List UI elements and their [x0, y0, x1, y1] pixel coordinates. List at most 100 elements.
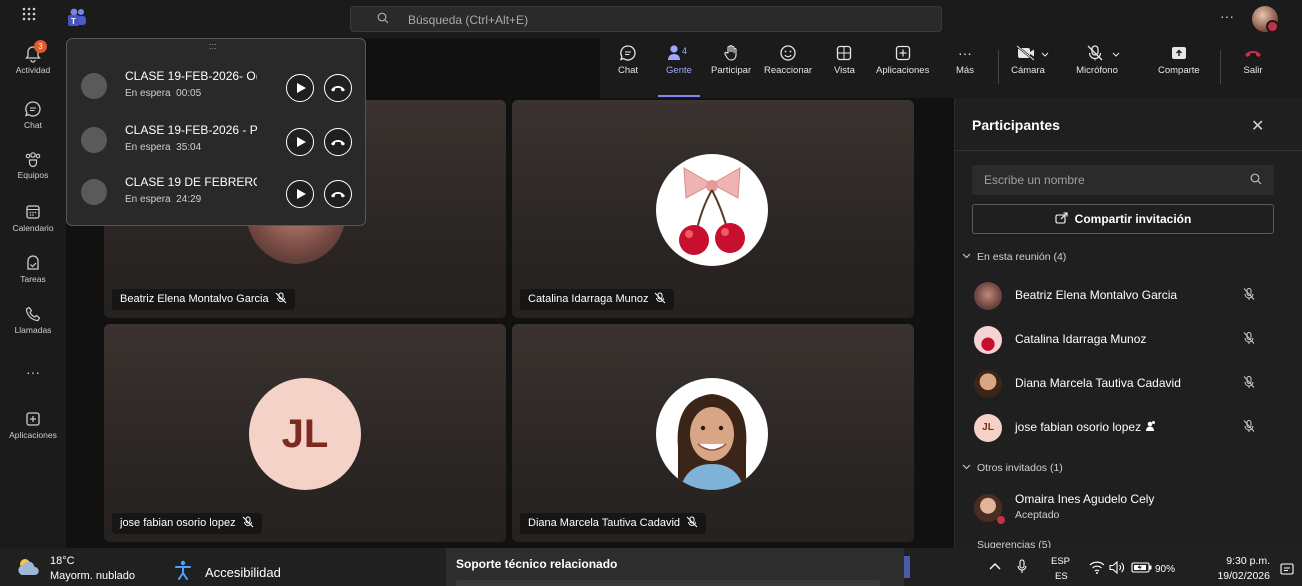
video-tile-catalina[interactable]: Catalina Idarraga Munoz — [512, 100, 914, 318]
weather-temperature: 18°C — [50, 555, 75, 567]
apps-button[interactable]: Aplicaciones — [876, 44, 929, 76]
calls-on-hold-popup: ::: CLASE 19-FEB-2026- O( En espera 00:0… — [66, 38, 366, 226]
weather-cloudy-icon[interactable] — [14, 556, 42, 578]
participant-name: jose fabian osorio lopez — [1015, 420, 1156, 434]
camera-button[interactable]: Cámara — [1011, 44, 1050, 76]
volume-icon[interactable] — [1109, 561, 1125, 574]
end-call-button[interactable] — [324, 74, 352, 102]
participant-search-input[interactable]: Escribe un nombre — [972, 165, 1274, 195]
meeting-toolbar: Chat 4 Gente Participar Reaccionar Vista… — [600, 38, 1302, 98]
rail-label: Aplicaciones — [9, 430, 57, 440]
people-active-indicator — [658, 95, 700, 97]
people-count: 4 — [682, 46, 687, 56]
hang-up-icon — [1245, 51, 1261, 57]
rail-item-calls[interactable]: Llamadas — [0, 305, 66, 335]
react-button[interactable]: Reaccionar — [764, 44, 812, 76]
camera-label: Cámara — [1011, 65, 1045, 76]
rail-item-chat[interactable]: Chat — [0, 100, 66, 130]
phone-icon — [25, 306, 41, 322]
section-in-meeting[interactable]: En esta reunión (4) — [962, 251, 1066, 263]
avatar — [974, 282, 1002, 310]
chevron-up-icon[interactable] — [989, 562, 1001, 572]
support-title[interactable]: Soporte técnico relacionado — [456, 557, 617, 571]
battery-percent: 90% — [1155, 564, 1176, 575]
rail-item-more[interactable]: ··· — [0, 364, 66, 380]
group-call-icon — [81, 179, 107, 205]
status-busy-icon — [1266, 20, 1279, 33]
rail-label: Actividad — [15, 65, 51, 75]
group-call-icon — [81, 73, 107, 99]
participant-initials-avatar: JL — [249, 378, 361, 490]
participant-name: Beatriz Elena Montalvo Garcia — [120, 293, 269, 305]
rail-item-activity[interactable]: 3 Actividad — [0, 40, 66, 75]
resume-call-button[interactable] — [286, 74, 314, 102]
mic-off-icon[interactable] — [1242, 287, 1256, 301]
rail-item-calendar[interactable]: Calendario — [0, 203, 66, 233]
notifications-icon[interactable] — [1280, 562, 1294, 576]
accessibility-label[interactable]: Accesibilidad — [205, 565, 281, 580]
mic-button[interactable]: Micrófono — [1076, 44, 1122, 76]
share-button[interactable]: Comparte — [1158, 44, 1200, 76]
keyboard-layout[interactable]: ES — [1055, 571, 1068, 582]
rail-item-teams[interactable]: Equipos — [0, 150, 66, 180]
participant-row[interactable]: Catalina Idarraga Munoz — [972, 323, 1272, 355]
rail-item-tasks[interactable]: Tareas — [0, 254, 66, 284]
section-other-invitees[interactable]: Otros invitados (1) — [962, 462, 1063, 474]
initials-avatar: JL — [974, 414, 1002, 442]
view-button[interactable]: Vista — [834, 44, 855, 76]
invitee-row[interactable]: Omaira Ines Agudelo Cely Aceptado — [972, 490, 1272, 526]
share-label: Comparte — [1158, 65, 1200, 76]
resume-call-button[interactable] — [286, 128, 314, 156]
held-call-status: En espera 35:04 — [125, 142, 202, 153]
more-button[interactable]: ··· Más — [956, 44, 974, 76]
section-suggestions[interactable]: Sugerencias (5) — [962, 539, 1051, 548]
teams-icon — [25, 152, 41, 168]
video-tile-diana[interactable]: Diana Marcela Tautiva Cadavid — [512, 324, 914, 542]
video-tile-jose[interactable]: JL jose fabian osorio lopez — [104, 324, 506, 542]
participant-row[interactable]: Beatriz Elena Montalvo Garcia — [972, 279, 1272, 311]
participant-nameplate: Diana Marcela Tautiva Cadavid — [520, 513, 707, 534]
chat-button[interactable]: Chat — [618, 44, 638, 76]
raise-label: Participar — [711, 65, 752, 76]
clock-time[interactable]: 9:30 p.m. — [1196, 555, 1270, 567]
mic-off-icon — [655, 292, 666, 304]
battery-charging-icon[interactable] — [1131, 561, 1153, 574]
mic-off-icon[interactable] — [1242, 331, 1256, 345]
participant-name: Diana Marcela Tautiva Cadavid — [528, 517, 681, 529]
avatar — [974, 326, 1002, 354]
close-icon[interactable]: ✕ — [1251, 116, 1264, 136]
end-call-button[interactable] — [324, 128, 352, 156]
calendar-icon — [26, 205, 40, 219]
participant-row[interactable]: JL jose fabian osorio lopez — [972, 411, 1272, 443]
svg-text:T: T — [71, 17, 76, 26]
raise-hand-button[interactable]: Participar — [711, 44, 751, 76]
mic-off-icon[interactable] — [1242, 419, 1256, 433]
accessibility-icon[interactable] — [174, 560, 192, 580]
wifi-icon[interactable] — [1089, 561, 1105, 574]
participant-row[interactable]: Diana Marcela Tautiva Cadavid — [972, 367, 1272, 399]
microphone-icon[interactable] — [1016, 559, 1028, 575]
leave-button[interactable]: Salir — [1243, 44, 1263, 76]
people-button[interactable]: 4 Gente — [666, 44, 692, 76]
profile-avatar[interactable] — [1252, 6, 1279, 33]
panel-divider — [954, 150, 1302, 151]
resume-call-button[interactable] — [286, 180, 314, 208]
mic-off-icon[interactable] — [1242, 375, 1256, 389]
taskbar-app-indicator[interactable] — [904, 556, 910, 578]
rail-item-apps[interactable]: Aplicaciones — [0, 410, 66, 440]
end-call-button[interactable] — [324, 180, 352, 208]
search-bar[interactable]: Búsqueda (Ctrl+Alt+E) — [350, 6, 942, 32]
play-icon — [297, 83, 306, 93]
rail-label: Chat — [24, 120, 42, 130]
share-icon — [1055, 212, 1068, 224]
rail-label: Tareas — [20, 274, 46, 284]
held-call-title: CLASE 19-FEB-2026 - PI — [125, 123, 257, 137]
more-options-icon[interactable]: ··· — [1220, 8, 1234, 24]
language-code[interactable]: ESP — [1051, 556, 1070, 567]
drag-handle-icon[interactable]: ::: — [209, 41, 217, 51]
participant-nameplate: Beatriz Elena Montalvo Garcia — [112, 289, 295, 310]
clock-date[interactable]: 19/02/2026 — [1190, 570, 1270, 582]
rail-label: Calendario — [12, 223, 54, 233]
share-invite-button[interactable]: Compartir invitación — [972, 204, 1274, 234]
app-launcher-icon[interactable] — [18, 6, 40, 28]
